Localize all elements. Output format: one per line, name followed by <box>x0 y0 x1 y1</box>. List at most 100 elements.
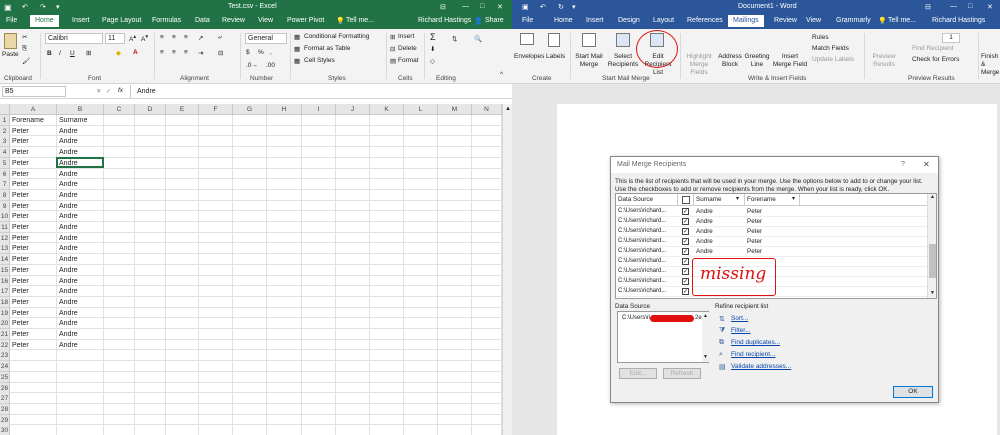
paste-button[interactable]: Paste <box>2 51 19 58</box>
col-forename[interactable]: Forename <box>747 196 776 203</box>
cell[interactable]: Andre <box>57 136 104 147</box>
cell[interactable]: Andre <box>57 286 104 297</box>
surname-sort-icon[interactable]: ▾ <box>736 195 739 202</box>
grow-font-icon[interactable]: A▴ <box>129 34 136 43</box>
cell[interactable]: Andre <box>57 329 104 340</box>
word-redo-icon[interactable]: ↻ <box>558 3 564 11</box>
word-tab-view[interactable]: View <box>806 17 821 24</box>
column-header[interactable]: A <box>10 104 57 115</box>
column-header[interactable]: N <box>472 104 502 115</box>
fill-icon[interactable]: ⬇ <box>430 45 435 53</box>
find-select-icon[interactable]: 🔍 <box>474 35 482 43</box>
sort-link[interactable]: Sort... <box>731 315 748 322</box>
row-header[interactable]: 9 <box>0 200 10 212</box>
align-middle-icon[interactable]: ≡ <box>172 34 176 41</box>
forename-sort-icon[interactable]: ▾ <box>792 195 795 202</box>
find-recipient-link[interactable]: Find recipient... <box>731 351 775 358</box>
row-header[interactable]: 30 <box>0 425 10 435</box>
cell[interactable]: Peter <box>10 179 57 190</box>
recipient-list-scrollbar[interactable]: ▲ ▼ <box>927 194 936 298</box>
recipient-checkbox[interactable]: ✓ <box>682 208 689 215</box>
cell[interactable]: Andre <box>57 222 104 233</box>
cell[interactable]: Peter <box>10 286 57 297</box>
tab-view[interactable]: View <box>258 17 273 24</box>
underline-icon[interactable]: U <box>70 50 75 57</box>
increase-decimal-icon[interactable]: .0→ <box>246 62 258 69</box>
select-all-corner[interactable] <box>0 104 10 115</box>
cell[interactable]: Andre <box>57 190 104 201</box>
row-header[interactable]: 15 <box>0 264 10 276</box>
conditional-formatting-button[interactable]: Conditional Formatting <box>304 33 369 40</box>
share-button[interactable]: Share <box>485 17 504 24</box>
finish-merge-button[interactable]: Finish & Merge <box>981 53 1000 77</box>
row-header[interactable]: 13 <box>0 243 10 255</box>
word-save-icon[interactable]: ▣ <box>522 3 529 11</box>
word-tab-grammarly[interactable]: Grammarly <box>836 17 871 24</box>
cell[interactable]: Surname <box>57 115 104 126</box>
cell[interactable]: Peter <box>10 243 57 254</box>
comma-icon[interactable]: , <box>270 49 272 56</box>
cell[interactable]: Andre <box>57 340 104 351</box>
redo-icon[interactable]: ↷ <box>40 3 46 11</box>
tab-formulas[interactable]: Formulas <box>152 17 181 24</box>
column-header[interactable]: D <box>135 104 166 115</box>
customize-qat-icon[interactable]: ▾ <box>56 3 60 11</box>
tab-power-pivot[interactable]: Power Pivot <box>287 17 324 24</box>
cell[interactable]: Peter <box>10 265 57 276</box>
record-number-input[interactable]: 1 <box>942 33 960 43</box>
cut-icon[interactable]: ✂ <box>22 33 27 41</box>
col-data-source[interactable]: Data Source <box>618 196 653 203</box>
merge-center-icon[interactable]: ⊟ <box>218 49 223 57</box>
recipient-checkbox[interactable]: ✓ <box>682 268 689 275</box>
font-size-select[interactable]: 11 <box>105 33 125 44</box>
ok-button[interactable]: OK <box>893 386 933 398</box>
currency-icon[interactable]: $ <box>246 49 250 56</box>
cell[interactable]: Andre <box>57 308 104 319</box>
update-labels-button[interactable]: Update Labels <box>812 56 854 63</box>
cell[interactable]: Peter <box>10 340 57 351</box>
cell[interactable]: Andre <box>57 318 104 329</box>
find-recipient-button[interactable]: Find Recipient <box>912 45 954 52</box>
refresh-button[interactable]: Refresh <box>663 368 701 379</box>
fill-color-icon[interactable]: ◆ <box>116 49 121 57</box>
row-header[interactable]: 23 <box>0 350 10 362</box>
font-name-select[interactable]: Calibri <box>45 33 103 44</box>
word-tab-home[interactable]: Home <box>554 17 573 24</box>
bold-icon[interactable]: B <box>47 50 52 57</box>
align-right-icon[interactable]: ≡ <box>184 49 188 56</box>
row-header[interactable]: 7 <box>0 179 10 191</box>
recipient-row[interactable]: C:\Users\richard... ✓ Andre Peter <box>616 247 927 257</box>
preview-results-button[interactable]: Preview Results <box>868 53 900 69</box>
word-customize-qat-icon[interactable]: ▾ <box>572 3 576 11</box>
check-for-errors-button[interactable]: Check for Errors <box>912 56 959 63</box>
cell[interactable]: Peter <box>10 276 57 287</box>
cell[interactable]: Peter <box>10 318 57 329</box>
word-tab-file[interactable]: File <box>522 17 533 24</box>
row-header[interactable]: 26 <box>0 382 10 394</box>
select-recipients-button[interactable]: Select Recipients <box>606 53 640 69</box>
align-top-icon[interactable]: ≡ <box>160 34 164 41</box>
decrease-decimal-icon[interactable]: .00 <box>266 62 275 69</box>
ribbon-display-icon[interactable]: ⊟ <box>440 3 446 11</box>
recipient-list[interactable]: Data Source Surname ▾ Forename ▾ C:\User… <box>615 193 937 299</box>
cell[interactable]: Andre <box>57 179 104 190</box>
row-header[interactable]: 12 <box>0 232 10 244</box>
undo-icon[interactable]: ↶ <box>22 3 28 11</box>
word-tab-mailings[interactable]: Mailings <box>728 15 764 27</box>
row-header[interactable]: 11 <box>0 222 10 233</box>
column-header[interactable]: K <box>370 104 404 115</box>
row-header[interactable]: 29 <box>0 414 10 426</box>
cell[interactable]: Andre <box>57 201 104 212</box>
column-header[interactable]: I <box>302 104 336 115</box>
recipient-row[interactable]: C:\Users\richard... ✓ Andre Peter <box>616 217 927 227</box>
column-header[interactable]: C <box>104 104 135 115</box>
format-as-table-button[interactable]: Format as Table <box>304 45 350 52</box>
vertical-scrollbar[interactable]: ▲ <box>502 104 512 435</box>
italic-icon[interactable]: I <box>59 50 61 57</box>
cell[interactable]: Andre <box>57 276 104 287</box>
cell[interactable]: Peter <box>10 158 57 169</box>
cell[interactable]: Peter <box>10 222 57 233</box>
cell[interactable]: Andre <box>57 211 104 222</box>
row-header[interactable]: 21 <box>0 329 10 340</box>
percent-icon[interactable]: % <box>258 49 264 56</box>
